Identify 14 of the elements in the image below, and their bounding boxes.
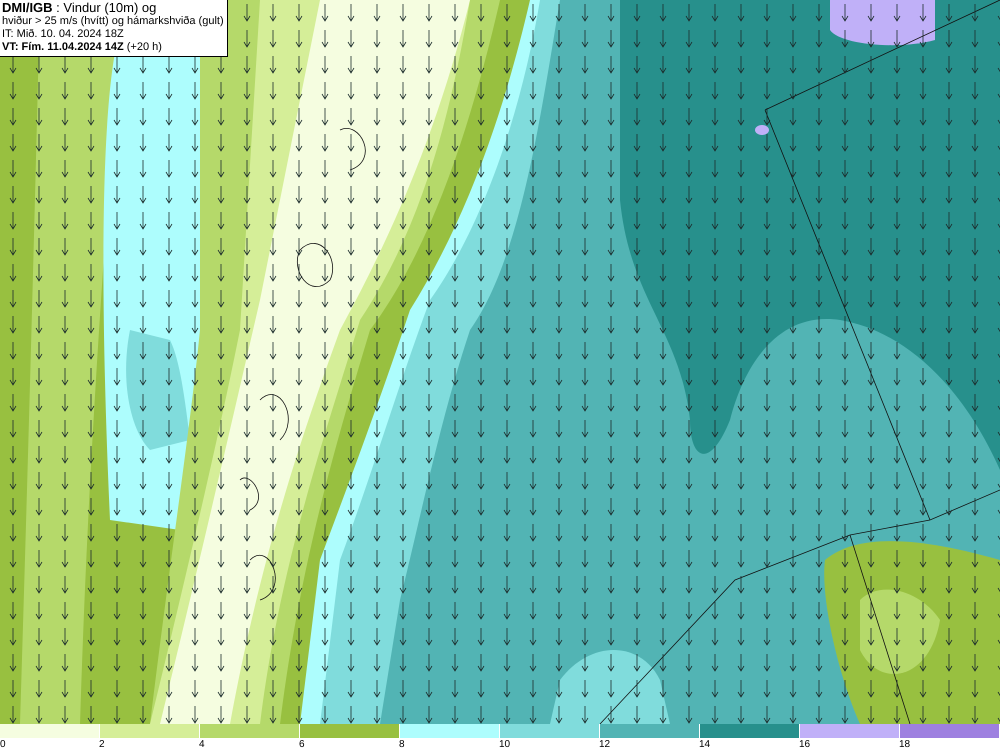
legend-label: 12 [599, 738, 610, 751]
legend-label: 16 [799, 738, 810, 751]
legend-label: 4 [199, 738, 205, 751]
info-text: VT: Fím. 11.04.2024 14Z (+20 h) [2, 41, 163, 54]
legend-label: 2 [99, 738, 105, 751]
info-text: IT: Mið. 10. 04. 2024 18Z [2, 28, 125, 41]
legend-label: 6 [299, 738, 305, 751]
legend-label: 10 [499, 738, 510, 751]
info-text: hviður > 25 m/s (hvítt) og hámarkshviða (gult) [2, 15, 224, 28]
legend-label: 0 [0, 738, 6, 751]
legend-label: 8 [399, 738, 405, 751]
legend-label: 18 [899, 738, 910, 751]
legend-label: 14 [699, 738, 710, 751]
info-text: DMI/IGB : Vindur (10m) og [2, 1, 158, 15]
